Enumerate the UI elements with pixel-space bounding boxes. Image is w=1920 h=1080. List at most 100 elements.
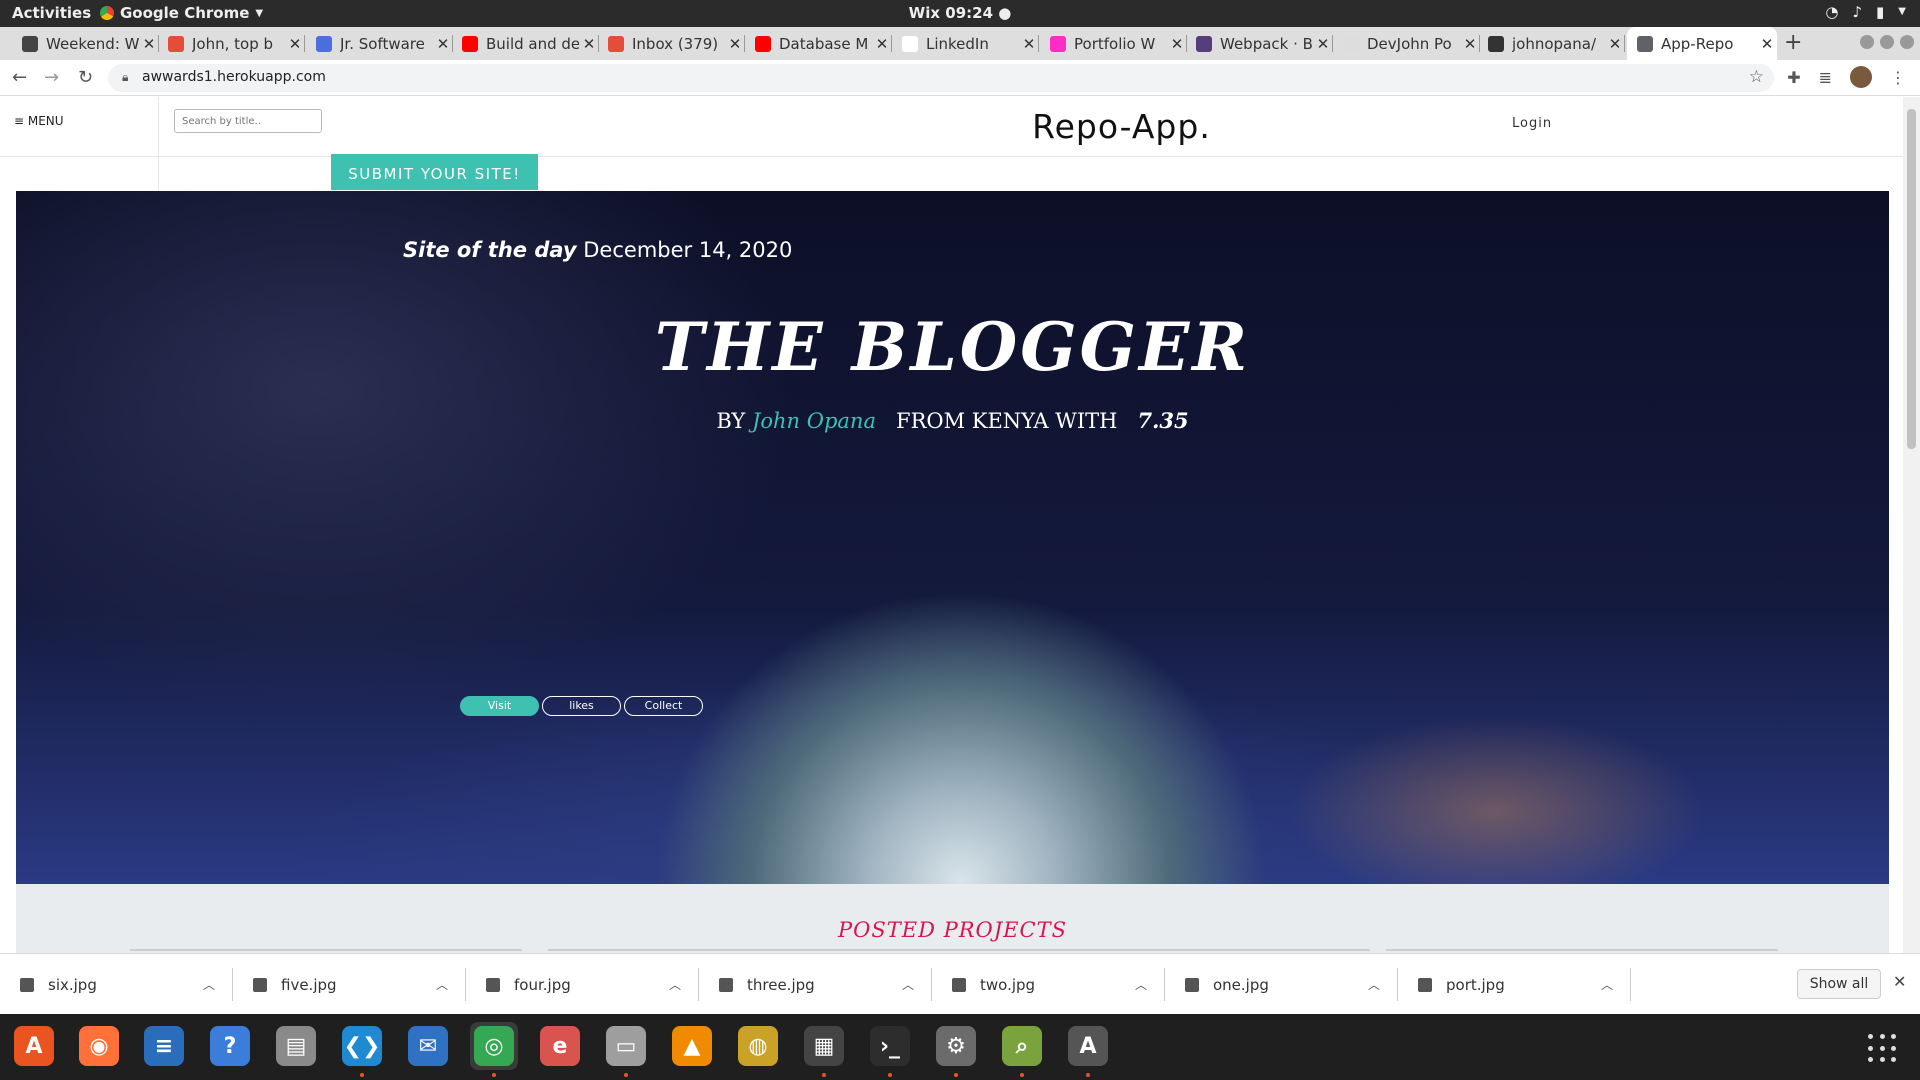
favicon-icon (1050, 35, 1066, 52)
site-header: ≡ MENU Repo-App. Login (0, 97, 1903, 157)
rhythmbox-icon[interactable]: ◍ (734, 1022, 782, 1070)
close-icon[interactable]: ✕ (1893, 972, 1906, 991)
image-file-icon (1185, 977, 1199, 992)
reload-button[interactable]: ↻ (78, 67, 93, 88)
close-tab-icon[interactable]: ✕ (139, 35, 159, 53)
image-file-icon (952, 977, 966, 992)
extensions-icon[interactable]: ✚ (1787, 68, 1800, 87)
login-link[interactable]: Login (1512, 116, 1552, 131)
profile-avatar[interactable] (1850, 66, 1872, 88)
chevron-up-icon[interactable]: ︿ (436, 976, 466, 993)
browser-tab[interactable]: Portfolio W ✕ (1040, 27, 1187, 60)
download-item[interactable]: five.jpg ︿ (233, 954, 466, 1015)
download-item[interactable]: six.jpg ︿ (0, 954, 233, 1015)
chevron-up-icon[interactable]: ︿ (902, 976, 932, 993)
likes-button[interactable]: likes (542, 696, 621, 716)
download-filename: port.jpg (1446, 975, 1505, 994)
browser-tab[interactable]: Jr. Software ✕ (306, 27, 453, 60)
chevron-up-icon[interactable]: ︿ (203, 976, 233, 993)
download-item[interactable]: three.jpg ︿ (699, 954, 932, 1015)
menu-button[interactable]: ≡ MENU (14, 114, 64, 128)
collect-button[interactable]: Collect (624, 696, 703, 716)
download-item[interactable]: port.jpg ︿ (1398, 954, 1631, 1015)
visit-button[interactable]: Visit (460, 696, 539, 716)
close-tab-icon[interactable]: ✕ (1757, 35, 1777, 53)
show-applications-icon[interactable] (1868, 1034, 1898, 1064)
address-bar[interactable]: 🔒︎ awwards1.herokuapp.com ☆ (108, 64, 1774, 92)
close-tab-icon[interactable]: ✕ (725, 35, 745, 53)
close-tab-icon[interactable]: ✕ (1167, 35, 1187, 53)
minimize-button[interactable] (1860, 35, 1874, 49)
files-icon[interactable]: ▭ (602, 1022, 650, 1077)
settings-icon[interactable]: ⚙ (932, 1022, 980, 1077)
lock-icon[interactable]: 🔒︎ (122, 70, 128, 85)
byline-by: BY (716, 409, 746, 433)
search-input[interactable] (174, 109, 322, 133)
thunderbird-icon[interactable]: ✉ (404, 1022, 452, 1070)
system-tray[interactable]: ◔ ♪ ▮ ▼ (1825, 3, 1906, 21)
browser-tab[interactable]: Inbox (379) ✕ (598, 27, 745, 60)
author-link[interactable]: John Opana (752, 409, 876, 433)
scrollbar-thumb[interactable] (1907, 109, 1916, 449)
submit-site-button[interactable]: SUBMIT YOUR SITE! (331, 154, 538, 190)
browser-tab[interactable]: LinkedIn ✕ (892, 27, 1039, 60)
media-control-icon[interactable]: ≣ (1819, 68, 1832, 87)
software-updater-icon[interactable]: A (1064, 1022, 1112, 1077)
close-tab-icon[interactable]: ✕ (1605, 35, 1625, 53)
vscode-icon[interactable]: ❮❯ (338, 1022, 386, 1077)
download-item[interactable]: four.jpg ︿ (466, 954, 699, 1015)
close-window-button[interactable] (1900, 35, 1914, 49)
close-tab-icon[interactable]: ✕ (1019, 35, 1039, 53)
ubuntu-software-icon[interactable]: A (10, 1022, 58, 1070)
browser-tab[interactable]: John, top b ✕ (158, 27, 305, 60)
image-viewer-icon[interactable]: ⌕ (998, 1022, 1046, 1077)
browser-tab[interactable]: Weekend: W ✕ (12, 27, 159, 60)
chevron-up-icon[interactable]: ︿ (1368, 976, 1398, 993)
volume-icon: ♪ (1852, 3, 1863, 21)
vlc-icon[interactable]: ▲ (668, 1022, 716, 1070)
page-scrollbar[interactable] (1903, 97, 1920, 953)
browser-tab[interactable]: DevJohn Po ✕ (1333, 27, 1480, 60)
forward-button[interactable]: → (44, 67, 59, 88)
favicon-icon (1196, 35, 1212, 52)
battery-icon: ▮ (1876, 3, 1885, 21)
browser-tab[interactable]: Webpack · B ✕ (1186, 27, 1333, 60)
browser-tab[interactable]: johnopana/ ✕ (1478, 27, 1625, 60)
terminal-icon[interactable]: ›_ (866, 1022, 914, 1077)
firefox-icon[interactable]: ◉ (75, 1022, 123, 1070)
printer-icon[interactable]: ▤ (272, 1022, 320, 1070)
close-tab-icon[interactable]: ✕ (1313, 35, 1333, 53)
bookmark-star-icon[interactable]: ☆ (1749, 67, 1764, 87)
video-editor-icon[interactable]: ▦ (800, 1022, 848, 1077)
libreoffice-writer-icon[interactable]: ≡ (140, 1022, 188, 1070)
download-item[interactable]: two.jpg ︿ (932, 954, 1165, 1015)
new-tab-button[interactable]: + (1784, 30, 1802, 55)
chrome-icon[interactable]: ◎ (470, 1022, 518, 1077)
close-tab-icon[interactable]: ✕ (579, 35, 599, 53)
chevron-up-icon[interactable]: ︿ (669, 976, 699, 993)
close-tab-icon[interactable]: ✕ (433, 35, 453, 53)
chrome-menu-icon[interactable]: ⋮ (1890, 68, 1906, 87)
document-viewer-icon[interactable]: e (536, 1022, 584, 1070)
favicon-icon (22, 35, 38, 52)
favicon-icon (1637, 35, 1653, 52)
back-button[interactable]: ← (12, 67, 27, 88)
close-tab-icon[interactable]: ✕ (1460, 35, 1480, 53)
close-tab-icon[interactable]: ✕ (872, 35, 892, 53)
chevron-up-icon[interactable]: ︿ (1601, 976, 1631, 993)
browser-tab[interactable]: Database M ✕ (745, 27, 892, 60)
maximize-button[interactable] (1880, 35, 1894, 49)
close-tab-icon[interactable]: ✕ (285, 35, 305, 53)
url-text[interactable]: awwards1.herokuapp.com (142, 69, 326, 85)
tab-strip: Weekend: W ✕ John, top b ✕ Jr. Software ✕ Buil… (0, 27, 1920, 60)
tab-active[interactable]: App-Repo ✕ (1627, 27, 1777, 60)
clock[interactable]: Wix 09:24 ● (0, 4, 1920, 22)
download-item[interactable]: one.jpg ︿ (1165, 954, 1398, 1015)
help-icon[interactable]: ? (206, 1022, 254, 1070)
sotd-label: Site of the day (403, 238, 577, 262)
tab-title: johnopana/ (1512, 34, 1597, 53)
show-all-downloads-button[interactable]: Show all (1797, 969, 1881, 999)
site-brand[interactable]: Repo-App. (340, 107, 1903, 146)
chevron-up-icon[interactable]: ︿ (1135, 976, 1165, 993)
browser-tab[interactable]: Build and de ✕ (452, 27, 599, 60)
